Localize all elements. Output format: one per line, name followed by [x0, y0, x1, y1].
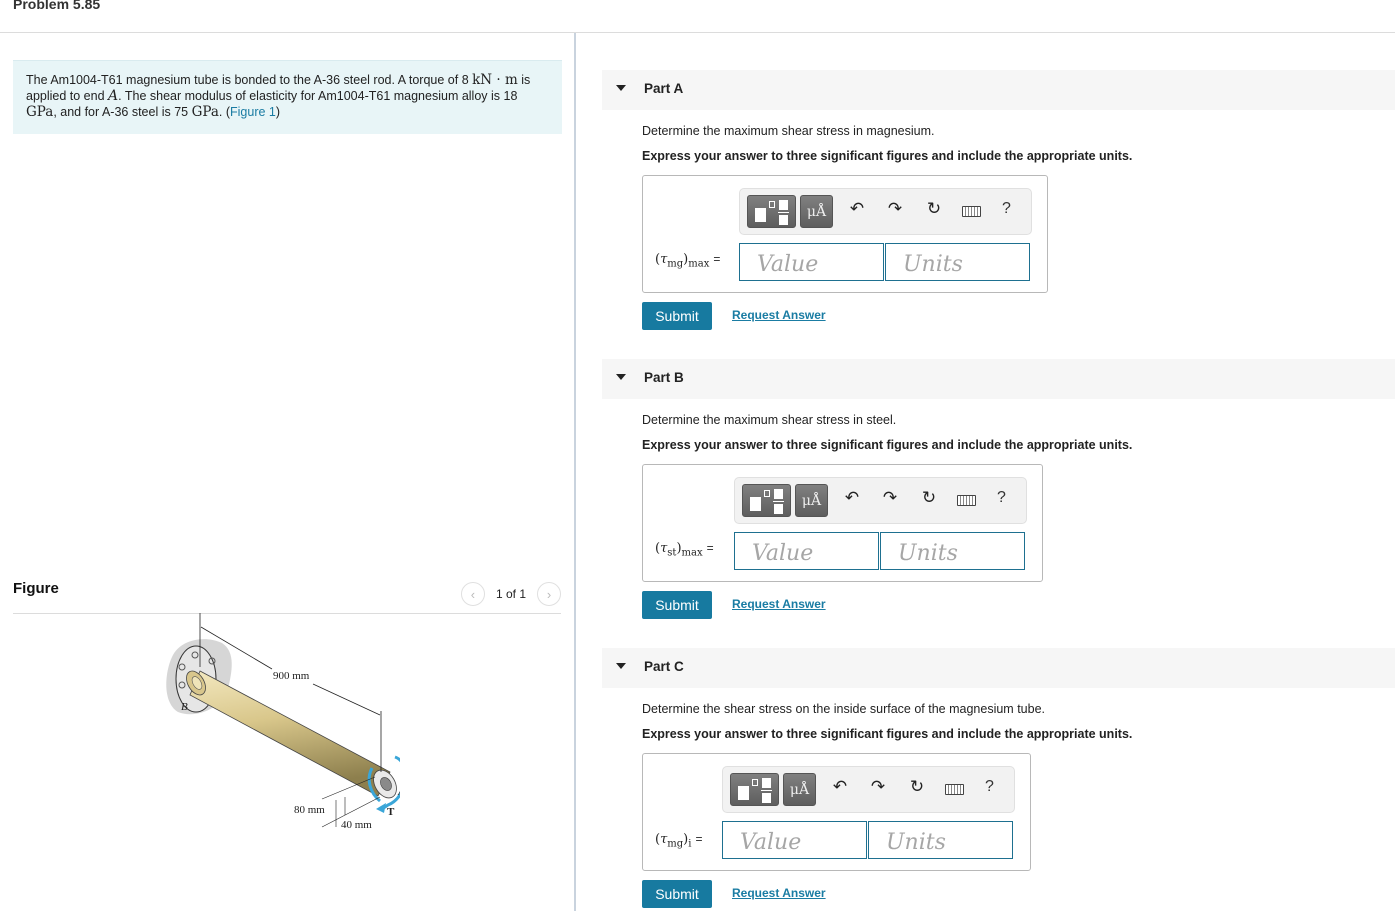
redo-icon[interactable]: ↷ [867, 777, 889, 797]
part-a-instruction: Express your answer to three significant… [642, 149, 1133, 163]
label-t: T [387, 806, 395, 818]
chevron-right-icon[interactable]: › [537, 582, 561, 606]
help-button[interactable]: ? [985, 778, 994, 796]
units-button[interactable]: μÅ [800, 195, 833, 228]
collapse-triangle-icon[interactable] [616, 663, 626, 669]
collapse-triangle-icon[interactable] [616, 85, 626, 91]
problem-text: . ( [218, 105, 231, 119]
keyboard-icon[interactable] [962, 206, 981, 217]
label-40mm: 40 mm [341, 819, 372, 831]
collapse-triangle-icon[interactable] [616, 374, 626, 380]
part-c-value-input[interactable] [722, 821, 867, 859]
chevron-left-icon[interactable]: ‹ [460, 582, 485, 606]
units-button[interactable]: μÅ [783, 773, 816, 806]
part-c-variable: (τmg)i = [655, 832, 703, 850]
units-button[interactable]: μÅ [795, 484, 828, 517]
problem-text: . The shear modulus of elasticity for Am… [118, 89, 504, 103]
part-b-variable: (τst)max = [655, 541, 714, 559]
part-a-answer-box: μÅ ↶ ↷ ↻ ? (τmg)max = [642, 175, 1048, 293]
redo-icon[interactable]: ↷ [884, 199, 906, 219]
problem-statement: The Am1004-T61 magnesium tube is bonded … [13, 60, 562, 134]
math-toolbar: μÅ ↶ ↷ ↻ ? [722, 766, 1015, 813]
part-a-header[interactable]: Part A [602, 70, 1395, 110]
undo-icon[interactable]: ↶ [846, 199, 868, 219]
top-bar: Problem 5.85 [0, 0, 1395, 33]
part-c-label: Part C [644, 659, 684, 674]
part-c-answer-box: μÅ ↶ ↷ ↻ ? (τmg)i = [642, 753, 1031, 871]
part-a-value-input[interactable] [739, 243, 884, 281]
templates-button[interactable] [730, 773, 779, 806]
problem-text: , and for A-36 steel is 75 [53, 105, 192, 119]
part-c-instruction: Express your answer to three significant… [642, 727, 1133, 741]
g-unit: GPa [191, 104, 219, 120]
figure-image: 900 mm 80 mm 40 mm A B T [166, 613, 400, 831]
part-c-units-input[interactable] [868, 821, 1013, 859]
pager-text: 1 of 1 [495, 587, 526, 601]
part-c-submit-button[interactable]: Submit [642, 880, 712, 908]
figure-link[interactable]: Figure 1 [230, 105, 276, 119]
part-a-submit-button[interactable]: Submit [642, 302, 712, 330]
part-b-value-input[interactable] [734, 532, 879, 570]
part-c-question: Determine the shear stress on the inside… [642, 702, 1045, 716]
part-a-question: Determine the maximum shear stress in ma… [642, 124, 935, 138]
reset-icon[interactable]: ↻ [918, 488, 940, 508]
problem-text: The Am1004-T61 magnesium tube is bonded … [26, 73, 473, 87]
part-b-question: Determine the maximum shear stress in st… [642, 413, 897, 427]
part-b-submit-button[interactable]: Submit [642, 591, 712, 619]
reset-icon[interactable]: ↻ [906, 777, 928, 797]
part-b-units-input[interactable] [880, 532, 1025, 570]
keyboard-icon[interactable] [945, 784, 964, 795]
label-900mm: 900 mm [273, 670, 310, 682]
math-toolbar: μÅ ↶ ↷ ↻ ? [739, 188, 1032, 235]
problem-title: Problem 5.85 [13, 0, 101, 12]
problem-text: ) [275, 105, 281, 119]
keyboard-icon[interactable] [957, 495, 976, 506]
part-b-label: Part B [644, 370, 684, 385]
part-a-label: Part A [644, 81, 684, 96]
g-unit: GPa [26, 104, 54, 120]
templates-button[interactable] [742, 484, 791, 517]
part-a-units-input[interactable] [885, 243, 1030, 281]
end-label: A [108, 88, 119, 104]
label-a: A [397, 786, 400, 798]
part-c-request-answer-link[interactable]: Request Answer [732, 886, 826, 900]
math-toolbar: μÅ ↶ ↷ ↻ ? [734, 477, 1027, 524]
figure-title: Figure [13, 580, 59, 597]
part-c-header[interactable]: Part C [602, 648, 1395, 688]
g-mg-value: 18 [503, 89, 518, 103]
torque-unit: kN · m [472, 72, 518, 88]
part-b-header[interactable]: Part B [602, 359, 1395, 399]
part-a-request-answer-link[interactable]: Request Answer [732, 308, 826, 322]
help-button[interactable]: ? [1002, 200, 1011, 218]
part-b-answer-box: μÅ ↶ ↷ ↻ ? (τst)max = [642, 464, 1043, 582]
part-b-instruction: Express your answer to three significant… [642, 438, 1133, 452]
undo-icon[interactable]: ↶ [841, 488, 863, 508]
templates-button[interactable] [747, 195, 796, 228]
reset-icon[interactable]: ↻ [923, 199, 945, 219]
pane-divider[interactable] [574, 33, 576, 911]
figure-pager: ‹ 1 of 1 › [460, 582, 561, 606]
redo-icon[interactable]: ↷ [879, 488, 901, 508]
tube-body [189, 670, 391, 797]
part-a-variable: (τmg)max = [655, 252, 721, 270]
label-b: B [181, 701, 188, 713]
undo-icon[interactable]: ↶ [829, 777, 851, 797]
help-button[interactable]: ? [997, 489, 1006, 507]
label-80mm: 80 mm [294, 804, 325, 816]
part-b-request-answer-link[interactable]: Request Answer [732, 597, 826, 611]
